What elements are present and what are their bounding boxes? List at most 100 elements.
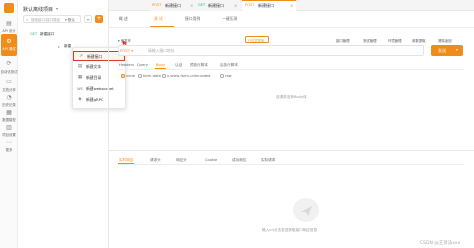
resp-tab-success[interactable]: 成功响应 bbox=[232, 158, 246, 163]
header-button-test-manage[interactable]: 测试管理 bbox=[363, 38, 377, 43]
menu-label-new-websocket: 新建websocket bbox=[86, 86, 114, 91]
more-icon[interactable]: ⋯ bbox=[4, 138, 14, 147]
tree-item-method: GET bbox=[30, 32, 38, 36]
nav-label-auto-test[interactable]: 自动化测试 bbox=[0, 69, 18, 74]
project-title[interactable]: 默认离线项目 bbox=[23, 6, 53, 13]
nav-label-project-settings[interactable]: 项目设置 bbox=[0, 132, 18, 137]
header-button-extract[interactable]: 参数提取 bbox=[412, 38, 426, 43]
send-button[interactable]: 发送 ▾ bbox=[431, 45, 463, 56]
share-icon[interactable]: ⟳ bbox=[4, 59, 14, 68]
mode-tab-stress[interactable]: 一键压测 bbox=[222, 16, 237, 22]
context-menu: ↗ 新建接口 ▤ 新建文本 ▦ 新建目录 WS 新建websocket ◈ 新建… bbox=[72, 47, 126, 109]
tree-item-name[interactable]: 新建接口 bbox=[40, 32, 54, 37]
menu-label-new-text: 新建文本 bbox=[86, 64, 102, 69]
search-icon: ⌕ bbox=[26, 17, 29, 22]
project-settings-icon[interactable]: ▥ bbox=[4, 123, 14, 132]
menu-label-new-grpc: 新建gRPC bbox=[86, 97, 104, 102]
subtab-headers[interactable]: Headers bbox=[119, 63, 134, 67]
app-logo bbox=[4, 3, 14, 13]
subtab-post-script[interactable]: 后执行脚本 bbox=[220, 63, 238, 68]
menu-item-new-grpc[interactable]: ◈ 新建gRPC bbox=[73, 95, 125, 105]
panel-splitter[interactable] bbox=[109, 150, 474, 151]
clock-icon[interactable]: ◔ bbox=[4, 93, 14, 102]
url-input-placeholder[interactable]: 请输入接口地址 bbox=[148, 48, 175, 54]
mode-tab-cases[interactable]: 接口用例 bbox=[185, 16, 200, 22]
subtab-divider bbox=[118, 69, 464, 70]
doc-share-icon[interactable]: ▭ bbox=[4, 77, 14, 86]
menu-item-new-folder[interactable]: ▦ 新建目录 bbox=[73, 73, 125, 83]
nav-label-data-model[interactable]: 数据模型 bbox=[0, 117, 18, 122]
menu-label-new-folder: 新建目录 bbox=[86, 75, 102, 80]
nav-label-api-debug[interactable]: API 调试 bbox=[0, 46, 18, 51]
database-icon: ▦ bbox=[77, 75, 83, 80]
resp-tab-req-headers[interactable]: 请求头 bbox=[150, 158, 161, 163]
nav-label-more[interactable]: 更多 bbox=[0, 147, 18, 152]
radio-none[interactable]: none bbox=[121, 74, 135, 78]
mode-tab-test[interactable]: 测 试 bbox=[154, 16, 163, 22]
send-label: 发送 bbox=[438, 48, 446, 53]
body-empty-text: 该请求没有Body体 bbox=[276, 95, 307, 99]
response-empty-text: 输入url点击发送获取接口响应信息 bbox=[262, 228, 318, 232]
folder-icon: ▸ bbox=[58, 44, 61, 49]
tab-label: 新建接口 bbox=[258, 3, 274, 8]
method-label: POST bbox=[120, 48, 131, 53]
tab-method: GET bbox=[198, 3, 206, 7]
ws-icon: WS bbox=[77, 87, 83, 91]
header-button-clear[interactable]: 清除返回 bbox=[438, 38, 452, 43]
close-icon[interactable]: × bbox=[290, 3, 293, 8]
chevron-down-icon: ▾ bbox=[131, 48, 134, 53]
radio-label: none bbox=[126, 74, 135, 78]
tree-new-item[interactable]: 新建 bbox=[64, 44, 71, 49]
empty-state-icon bbox=[293, 198, 319, 222]
resp-tab-cookie[interactable]: Cookie bbox=[205, 158, 217, 162]
panel-divider bbox=[108, 0, 109, 248]
paper-plane-icon bbox=[301, 206, 312, 216]
radio-raw[interactable]: raw bbox=[220, 74, 232, 78]
mock-tag[interactable]: 已应答预测 bbox=[245, 36, 269, 43]
nav-label-history[interactable]: 历史记录 bbox=[0, 102, 18, 107]
radio-label: form-data bbox=[143, 74, 161, 78]
tab-label: 新建接口 bbox=[208, 3, 224, 8]
header-button-env-manage[interactable]: 环境管理 bbox=[388, 38, 402, 43]
tab-label: 新建接口 bbox=[165, 3, 181, 8]
filter-button[interactable]: ≡ bbox=[84, 15, 92, 23]
mode-tab-overview[interactable]: 概 述 bbox=[119, 16, 128, 22]
resp-tab-resp-headers[interactable]: 响应头 bbox=[176, 158, 187, 163]
radio-dot-icon bbox=[162, 74, 166, 78]
radio-form-data[interactable]: form-data bbox=[138, 74, 161, 78]
nav-label-api-design[interactable]: API 设计 bbox=[0, 28, 18, 33]
radio-dot-icon bbox=[121, 74, 125, 78]
radio-dot-icon bbox=[138, 74, 142, 78]
header-button-api-manage[interactable]: 接口管理 bbox=[336, 38, 350, 43]
tree-search-input[interactable]: ⌕ 搜索接口/接口路径 ▾ 默认 bbox=[23, 15, 81, 23]
subtab-body[interactable]: Body bbox=[156, 63, 165, 67]
radio-label: raw bbox=[225, 74, 232, 78]
grpc-icon: ◈ bbox=[78, 97, 82, 102]
tree-search-placeholder: 搜索接口/接口路径 bbox=[31, 17, 61, 22]
sort-dropdown[interactable]: ▾ 默认 bbox=[65, 18, 75, 23]
gear-icon[interactable]: ⚙ bbox=[4, 37, 14, 46]
menu-item-new-websocket[interactable]: WS 新建websocket bbox=[73, 84, 125, 94]
chevron-down-icon[interactable]: ▾ bbox=[56, 6, 58, 11]
radio-urlencoded[interactable]: x-www-form-urlencoded bbox=[162, 74, 210, 78]
close-icon[interactable]: × bbox=[234, 3, 237, 8]
env-select[interactable]: ▾ 开发环 bbox=[118, 38, 131, 43]
method-select[interactable]: POST ▾ bbox=[120, 48, 133, 53]
mock-label: 已应答预测 bbox=[248, 39, 264, 44]
nav-label-doc-share[interactable]: 文档分享 bbox=[0, 87, 18, 92]
database-icon[interactable]: ▦ bbox=[4, 108, 14, 117]
subtab-query[interactable]: Query bbox=[137, 63, 148, 67]
close-icon[interactable]: × bbox=[190, 3, 193, 8]
radio-label: x-www-form-urlencoded bbox=[167, 74, 211, 78]
resp-tab-actual[interactable]: 实际请求 bbox=[261, 158, 275, 163]
subtab-auth[interactable]: 认证 bbox=[175, 63, 182, 68]
resp-tab-divider bbox=[118, 164, 464, 165]
subtab-pre-script[interactable]: 预执行脚本 bbox=[190, 63, 208, 68]
tab-method: POST bbox=[245, 3, 255, 7]
radio-dot-icon bbox=[220, 74, 224, 78]
menu-item-new-text[interactable]: ▤ 新建文本 bbox=[73, 62, 125, 72]
api-icon: ↗ bbox=[79, 54, 83, 59]
tab-method: POST bbox=[152, 3, 162, 7]
add-button[interactable]: + bbox=[95, 15, 103, 23]
document-icon[interactable]: ▤ bbox=[4, 19, 14, 28]
